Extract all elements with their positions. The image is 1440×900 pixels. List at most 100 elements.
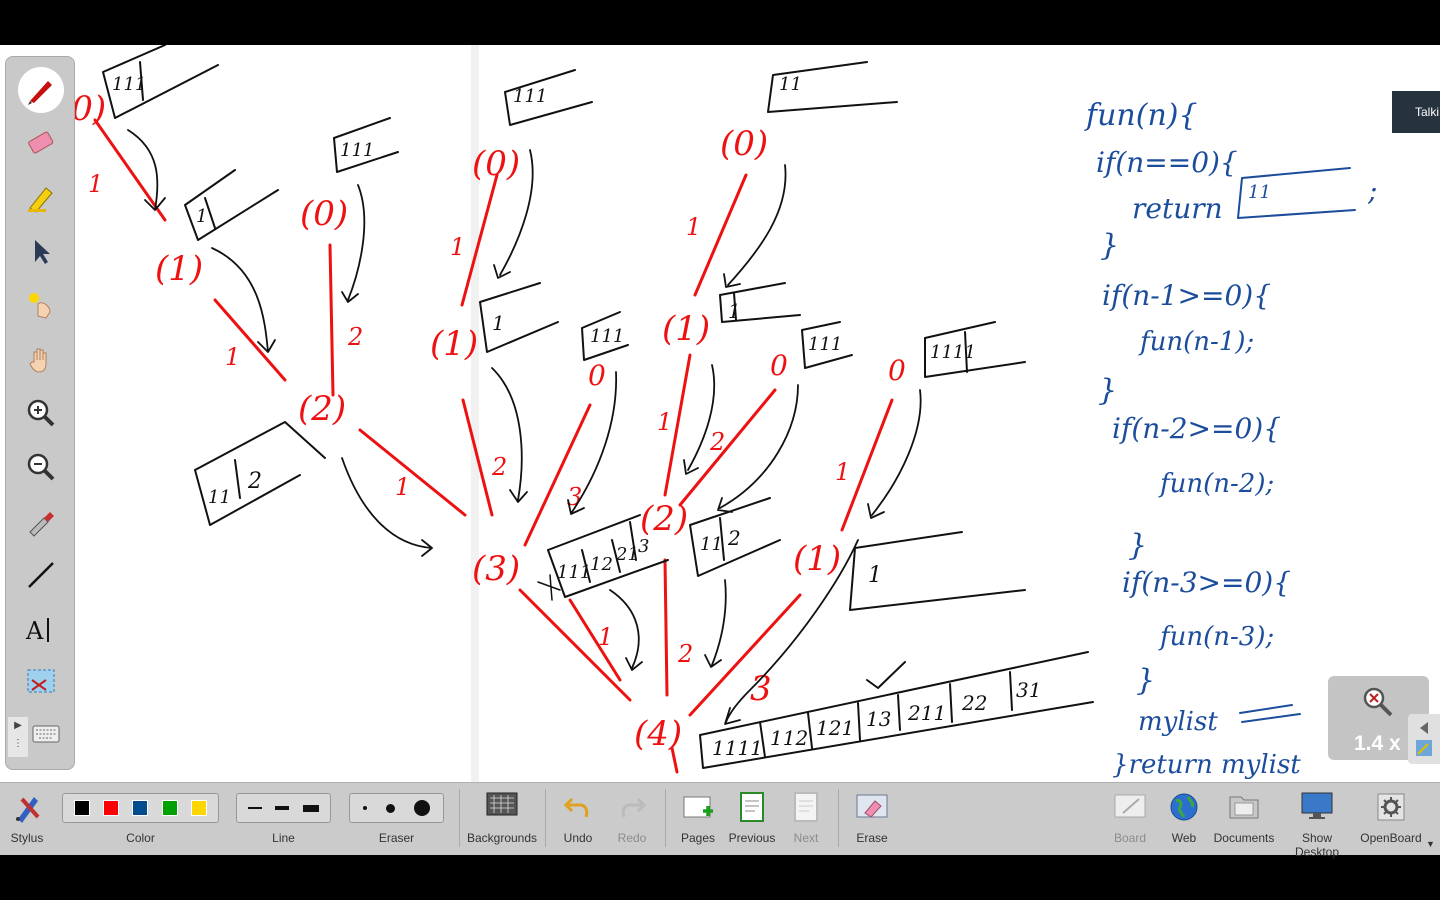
color-swatch-red[interactable] <box>103 800 120 816</box>
next-button[interactable]: Next <box>784 783 828 855</box>
svg-text:(1): (1) <box>155 249 203 289</box>
svg-text:fun(n){: fun(n){ <box>1084 98 1198 133</box>
eraser-label: Eraser <box>378 831 415 845</box>
svg-text:2: 2 <box>247 469 262 494</box>
redo-icon <box>621 797 647 818</box>
pointer-icon[interactable] <box>21 231 61 271</box>
svg-text:fun(n-2);: fun(n-2); <box>1158 469 1274 499</box>
desktop-monitor-icon <box>1301 792 1333 819</box>
svg-text:1: 1 <box>868 563 882 588</box>
eraser-small[interactable] <box>363 806 368 810</box>
svg-text:(2): (2) <box>298 389 346 429</box>
web-globe-icon <box>1170 793 1198 821</box>
backgrounds-button[interactable]: Backgrounds <box>465 783 539 855</box>
svg-text:211: 211 <box>907 701 946 725</box>
svg-text:111: 111 <box>557 562 591 583</box>
show-desktop-button[interactable]: Show Desktop <box>1280 783 1354 859</box>
line-thick[interactable] <box>303 804 320 812</box>
stylus-icon <box>16 797 40 823</box>
color-picker-icon[interactable] <box>21 501 61 541</box>
redo-button[interactable]: Redo <box>610 783 654 855</box>
whiteboard-canvas[interactable]: (0) (1) (0) (2) (0) (1) (3) (0) (1) (2) … <box>0 45 1440 782</box>
eraser-large[interactable] <box>413 800 430 816</box>
svg-text:1: 1 <box>225 343 240 371</box>
laser-pointer-icon[interactable] <box>21 285 61 325</box>
text-icon[interactable]: A <box>21 609 61 649</box>
documents-button[interactable]: Documents <box>1212 783 1276 855</box>
eraser-size-group: Eraser <box>349 783 444 855</box>
next-label: Next <box>793 831 819 845</box>
color-swatch-blue[interactable] <box>132 800 149 816</box>
svg-text:1: 1 <box>728 299 741 323</box>
svg-text:1: 1 <box>450 233 465 261</box>
svg-text:11: 11 <box>208 487 231 508</box>
line-medium[interactable] <box>275 806 290 810</box>
eraser-medium[interactable] <box>385 803 395 813</box>
documents-folder-icon <box>1229 796 1259 819</box>
talking-indicator: Talki <box>1392 91 1440 133</box>
svg-text:}: } <box>1100 228 1119 263</box>
talking-label: Talki <box>1415 105 1440 119</box>
svg-text:A: A <box>25 617 44 645</box>
color-group: Color <box>62 783 219 855</box>
svg-text:2: 2 <box>709 428 725 456</box>
svg-text:;: ; <box>1367 174 1377 207</box>
svg-text:3: 3 <box>638 536 649 557</box>
erase-label: Erase <box>856 831 888 845</box>
svg-text:111: 111 <box>112 74 146 95</box>
zoom-out-icon[interactable] <box>21 447 61 487</box>
chevron-down-icon[interactable]: ▼ <box>1426 839 1435 849</box>
documents-label: Documents <box>1213 831 1275 845</box>
color-label: Color <box>126 831 155 845</box>
svg-text:1: 1 <box>395 473 410 501</box>
svg-text:1: 1 <box>598 623 613 651</box>
pages-button[interactable]: Pages <box>676 783 720 855</box>
svg-text:1111: 1111 <box>712 736 763 760</box>
svg-text:(4): (4) <box>634 714 682 754</box>
color-swatch-black[interactable] <box>73 800 90 816</box>
color-swatch-yellow[interactable] <box>191 800 208 816</box>
board-button[interactable]: Board <box>1108 783 1152 855</box>
line-thin[interactable] <box>247 807 262 809</box>
svg-text:0: 0 <box>588 359 606 392</box>
svg-text:11: 11 <box>700 534 723 555</box>
board-label: Board <box>1113 831 1147 845</box>
svg-text:(0): (0) <box>472 144 520 184</box>
previous-button[interactable]: Previous <box>728 783 776 855</box>
svg-text:11: 11 <box>779 74 802 95</box>
svg-text:(1): (1) <box>793 539 841 579</box>
previous-label: Previous <box>728 831 776 845</box>
pages-icon <box>683 796 713 818</box>
tool-palette: A ▶ ⋮ <box>5 56 75 770</box>
web-button[interactable]: Web <box>1164 783 1204 855</box>
svg-text:111: 111 <box>808 334 842 355</box>
zoom-in-icon[interactable] <box>21 393 61 433</box>
keyboard-icon[interactable] <box>32 725 60 748</box>
line-icon[interactable] <box>21 555 61 595</box>
erase-button[interactable]: Erase <box>848 783 896 855</box>
svg-text:if(n==0){: if(n==0){ <box>1096 146 1238 179</box>
openboard-button[interactable]: OpenBoard <box>1360 783 1422 855</box>
hand-icon[interactable] <box>21 339 61 379</box>
undo-button[interactable]: Undo <box>556 783 600 855</box>
svg-text:return: return <box>1132 192 1223 225</box>
palette-toggle-icon[interactable]: ▶ ⋮ <box>8 717 28 757</box>
previous-page-icon <box>740 792 764 822</box>
svg-text:1: 1 <box>492 311 505 335</box>
side-panel-toggle[interactable] <box>1408 714 1440 764</box>
color-swatch-green[interactable] <box>161 800 178 816</box>
bottom-toolbar: Stylus Color Line Eraser Backgrounds Und… <box>0 782 1440 859</box>
svg-text:(1): (1) <box>662 309 710 349</box>
svg-text:if(n-1>=0){: if(n-1>=0){ <box>1102 279 1271 312</box>
stylus-button[interactable]: Stylus <box>0 783 54 855</box>
svg-text:11: 11 <box>1248 182 1271 203</box>
svg-text:if(n-2>=0){: if(n-2>=0){ <box>1112 412 1281 445</box>
backgrounds-label: Backgrounds <box>466 831 538 845</box>
eraser-icon[interactable] <box>21 123 61 163</box>
svg-text:1: 1 <box>88 170 103 198</box>
capture-icon[interactable] <box>21 663 61 703</box>
pen-icon[interactable] <box>18 67 64 113</box>
zoom-reset-icon[interactable] <box>1360 684 1396 725</box>
svg-text:13: 13 <box>866 707 891 731</box>
highlighter-icon[interactable] <box>21 177 61 217</box>
